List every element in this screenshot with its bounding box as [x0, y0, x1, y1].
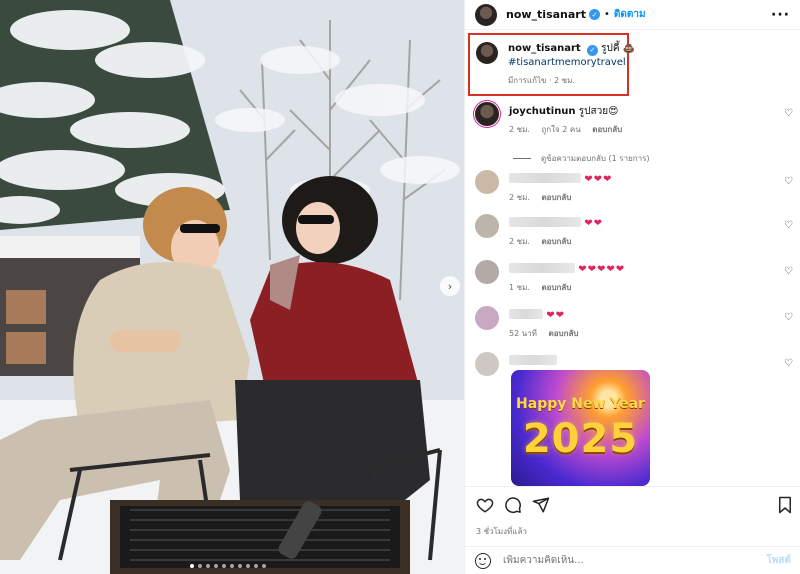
- carousel-dot: [246, 564, 250, 568]
- post-actions: 3 ชั่วโมงที่แล้ว: [465, 486, 800, 546]
- commenter-avatar[interactable]: [475, 306, 499, 330]
- commenter-avatar[interactable]: [475, 260, 499, 284]
- comment-hearts: ❤❤❤: [584, 174, 613, 185]
- commenter-avatar[interactable]: [475, 170, 499, 194]
- comment-input[interactable]: [503, 555, 767, 566]
- blurred-username: [509, 173, 581, 183]
- caption-username[interactable]: now_tisanart: [508, 43, 581, 54]
- carousel-dots: [190, 564, 266, 568]
- reply-button[interactable]: ตอบกลับ: [549, 329, 579, 338]
- reply-button[interactable]: ตอบกลับ: [592, 125, 622, 134]
- comment-icon[interactable]: [504, 496, 522, 514]
- heart-icon[interactable]: [476, 496, 494, 514]
- header-separator: •: [604, 9, 610, 20]
- caption-text: รูปคี้ 💩: [601, 43, 636, 54]
- like-comment-heart-icon[interactable]: ♡: [784, 312, 793, 323]
- comment-hearts: ❤❤❤❤❤: [578, 264, 626, 275]
- carousel-dot: [206, 564, 210, 568]
- carousel-dot: [238, 564, 242, 568]
- carousel-dot: [214, 564, 218, 568]
- like-comment-heart-icon[interactable]: ♡: [784, 358, 793, 369]
- carousel-dot: [254, 564, 258, 568]
- comment-text: รูปสวย😍: [578, 106, 619, 117]
- reply-button[interactable]: ตอบกลับ: [541, 237, 571, 246]
- new-year-title: Happy New Year: [516, 396, 645, 412]
- view-replies-label: ดูข้อความตอบกลับ (1 รายการ): [541, 154, 650, 163]
- comment-hearts: ❤❤: [584, 218, 603, 229]
- carousel-next-button[interactable]: ›: [440, 276, 460, 296]
- like-comment-heart-icon[interactable]: ♡: [784, 220, 793, 231]
- post-photo[interactable]: ›: [0, 0, 464, 574]
- blurred-username: [509, 217, 581, 227]
- comment-time: 2 ชม.: [509, 193, 530, 202]
- share-icon[interactable]: [532, 496, 550, 514]
- post-caption: now_tisanart ✓ รูปคี้ 💩 #tisanartmemoryt…: [476, 42, 635, 87]
- verified-icon: ✓: [589, 9, 600, 20]
- comment-likes[interactable]: ถูกใจ 2 คน: [541, 125, 580, 134]
- post-time-ago: 3 ชั่วโมงที่แล้ว: [476, 527, 527, 536]
- commenter-avatar[interactable]: [475, 102, 499, 126]
- verified-icon: ✓: [586, 44, 598, 56]
- author-avatar[interactable]: [475, 3, 497, 26]
- like-comment-heart-icon[interactable]: ♡: [784, 108, 793, 119]
- comment-hearts: ❤❤: [546, 310, 565, 321]
- reply-button[interactable]: ตอบกลับ: [541, 283, 571, 292]
- like-comment-heart-icon[interactable]: ♡: [784, 176, 793, 187]
- blurred-username: [509, 355, 557, 365]
- commenter-username[interactable]: joychutinun: [509, 106, 576, 117]
- comment-time: 2 ชม.: [509, 125, 530, 134]
- reply-button[interactable]: ตอบกลับ: [541, 193, 571, 202]
- more-options-icon[interactable]: ···: [771, 7, 790, 23]
- comment-time: 52 นาที: [509, 329, 537, 338]
- caption-avatar[interactable]: [476, 42, 498, 64]
- photo-illustration: [0, 0, 464, 574]
- emoji-icon[interactable]: [475, 552, 491, 569]
- blurred-username: [509, 309, 543, 319]
- post-header: now_tisanart ✓ • ติดตาม ···: [465, 0, 800, 30]
- comment-time: 2 ชม.: [509, 237, 530, 246]
- caption-meta: มีการแก้ไข · 2 ชม.: [508, 76, 575, 85]
- new-year-image[interactable]: Happy New Year 2025: [511, 370, 650, 486]
- post-comment-button[interactable]: โพสต์: [766, 553, 791, 568]
- follow-button[interactable]: ติดตาม: [614, 7, 646, 22]
- carousel-dot: [262, 564, 266, 568]
- view-replies-line: [513, 158, 531, 159]
- carousel-dot: [230, 564, 234, 568]
- like-comment-heart-icon[interactable]: ♡: [784, 266, 793, 277]
- blurred-username: [509, 263, 575, 273]
- carousel-dot: [190, 564, 194, 568]
- view-replies-button[interactable]: ดูข้อความตอบกลับ (1 รายการ): [513, 152, 650, 165]
- commenter-avatar[interactable]: [475, 352, 499, 376]
- add-comment-bar: โพสต์: [465, 546, 800, 574]
- caption-hashtag[interactable]: #tisanartmemorytravel: [508, 56, 635, 69]
- comment-time: 1 ชม.: [509, 283, 530, 292]
- bookmark-icon[interactable]: [777, 496, 793, 514]
- carousel-dot: [198, 564, 202, 568]
- post-side-panel: now_tisanart ✓ • ติดตาม ··· now_tisanart…: [464, 0, 800, 574]
- commenter-avatar[interactable]: [475, 214, 499, 238]
- author-username[interactable]: now_tisanart: [506, 8, 586, 21]
- carousel-dot: [222, 564, 226, 568]
- new-year-year: 2025: [522, 416, 639, 462]
